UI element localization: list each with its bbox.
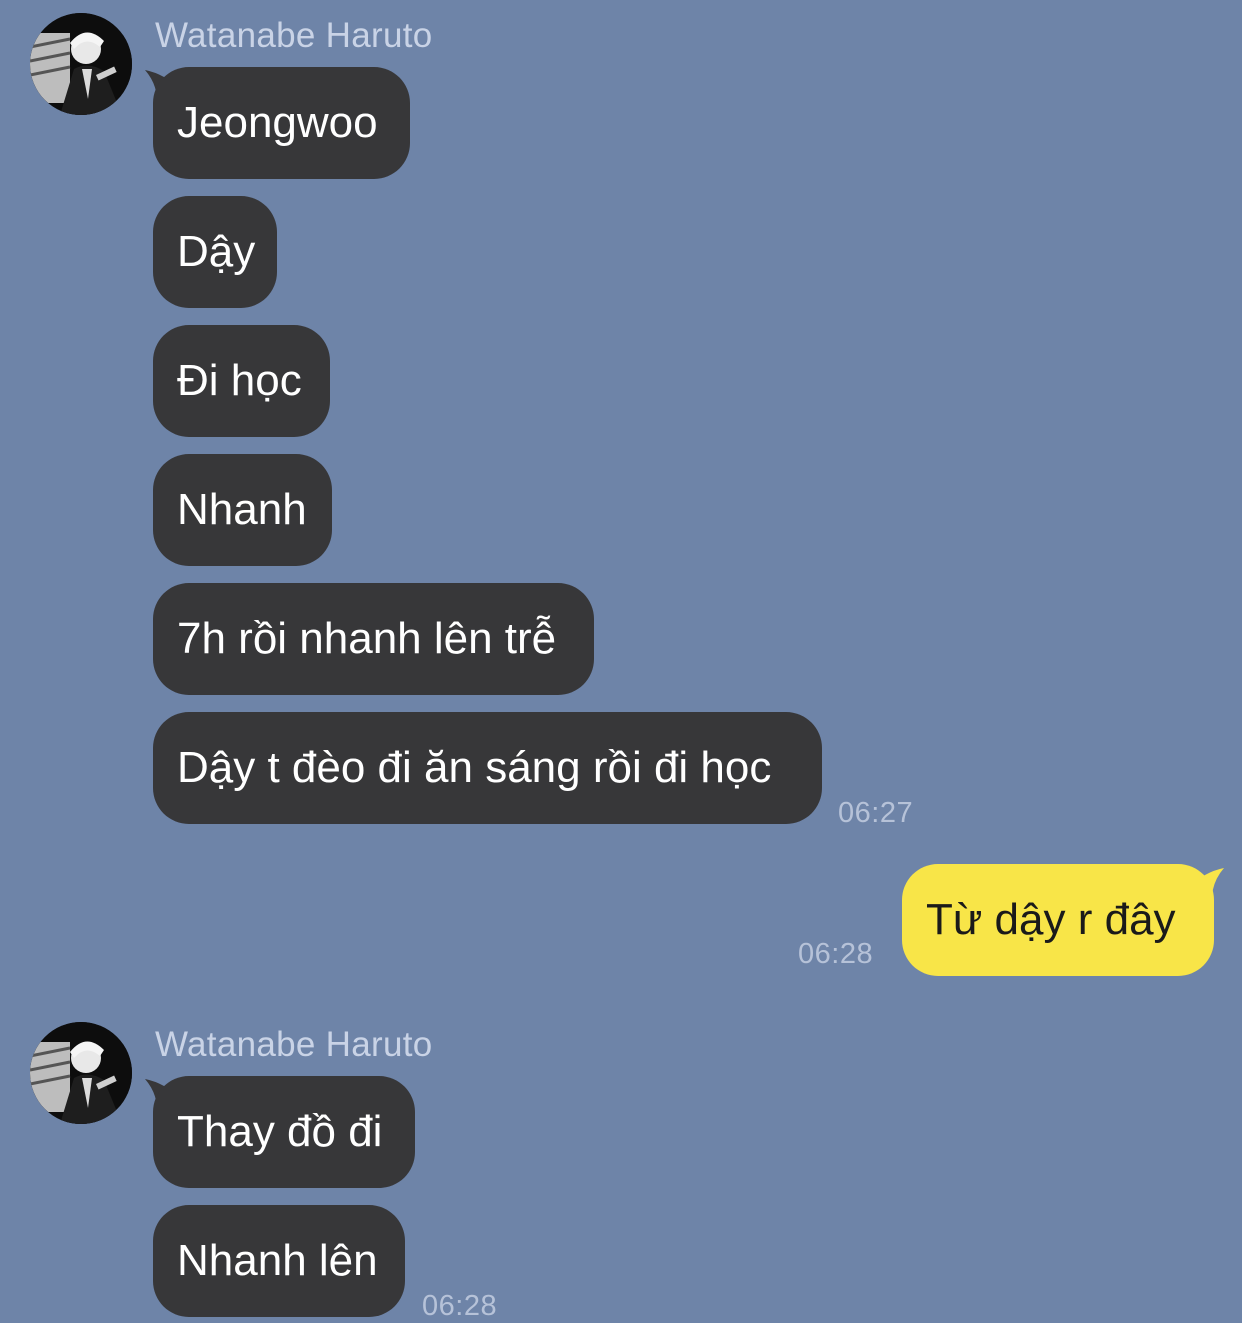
message-bubble[interactable]: Dậy t đèo đi ăn sáng rồi đi học xyxy=(153,712,822,824)
message-timestamp: 06:28 xyxy=(798,938,874,970)
message-bubble[interactable]: Nhanh lên xyxy=(153,1205,405,1317)
message-bubble[interactable]: Jeongwoo xyxy=(153,67,410,179)
sender-avatar[interactable] xyxy=(30,1022,132,1124)
profile-photo-icon xyxy=(30,1022,132,1124)
message-timestamp: 06:28 xyxy=(422,1290,498,1322)
message-bubble[interactable]: Đi học xyxy=(153,325,330,437)
chat-window: Watanabe Haruto Jeongwoo Dậy Đi học Nhan… xyxy=(0,0,1242,1323)
message-bubble-outgoing[interactable]: Từ dậy r đây xyxy=(902,864,1214,976)
sender-avatar[interactable] xyxy=(30,13,132,115)
sender-name: Watanabe Haruto xyxy=(155,16,433,55)
profile-photo-icon xyxy=(30,13,132,115)
message-bubble[interactable]: 7h rồi nhanh lên trễ xyxy=(153,583,594,695)
sender-name: Watanabe Haruto xyxy=(155,1025,433,1064)
message-timestamp: 06:27 xyxy=(838,797,914,829)
message-bubble[interactable]: Thay đồ đi xyxy=(153,1076,415,1188)
message-bubble[interactable]: Dậy xyxy=(153,196,277,308)
message-bubble[interactable]: Nhanh xyxy=(153,454,332,566)
bubble-tail-outgoing xyxy=(1188,868,1224,906)
